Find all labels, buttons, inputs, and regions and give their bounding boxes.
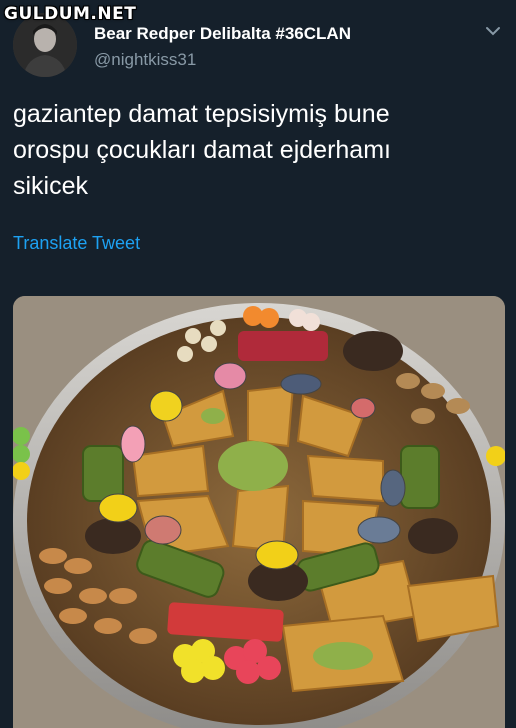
author-name[interactable]: Bear Redper Delibalta #36CLAN [94, 24, 351, 44]
tweet-text-line: gaziantep damat tepsisiymiş bune [13, 100, 390, 128]
watermark-text: GULDUM.NET [4, 4, 137, 24]
translate-tweet-link[interactable]: Translate Tweet [13, 233, 140, 254]
tweet-text-line: sikicek [13, 172, 89, 200]
chevron-down-icon[interactable] [484, 24, 502, 38]
author-handle[interactable]: @nightkiss31 [94, 50, 196, 70]
tweet-text-line: orospu çocukları damat ejderhamı [13, 136, 391, 164]
tweet-media[interactable] [13, 296, 505, 728]
tweet-text: gaziantep damat tepsisiymiş bune orospu … [13, 96, 483, 204]
dessert-tray-photo [13, 296, 505, 728]
